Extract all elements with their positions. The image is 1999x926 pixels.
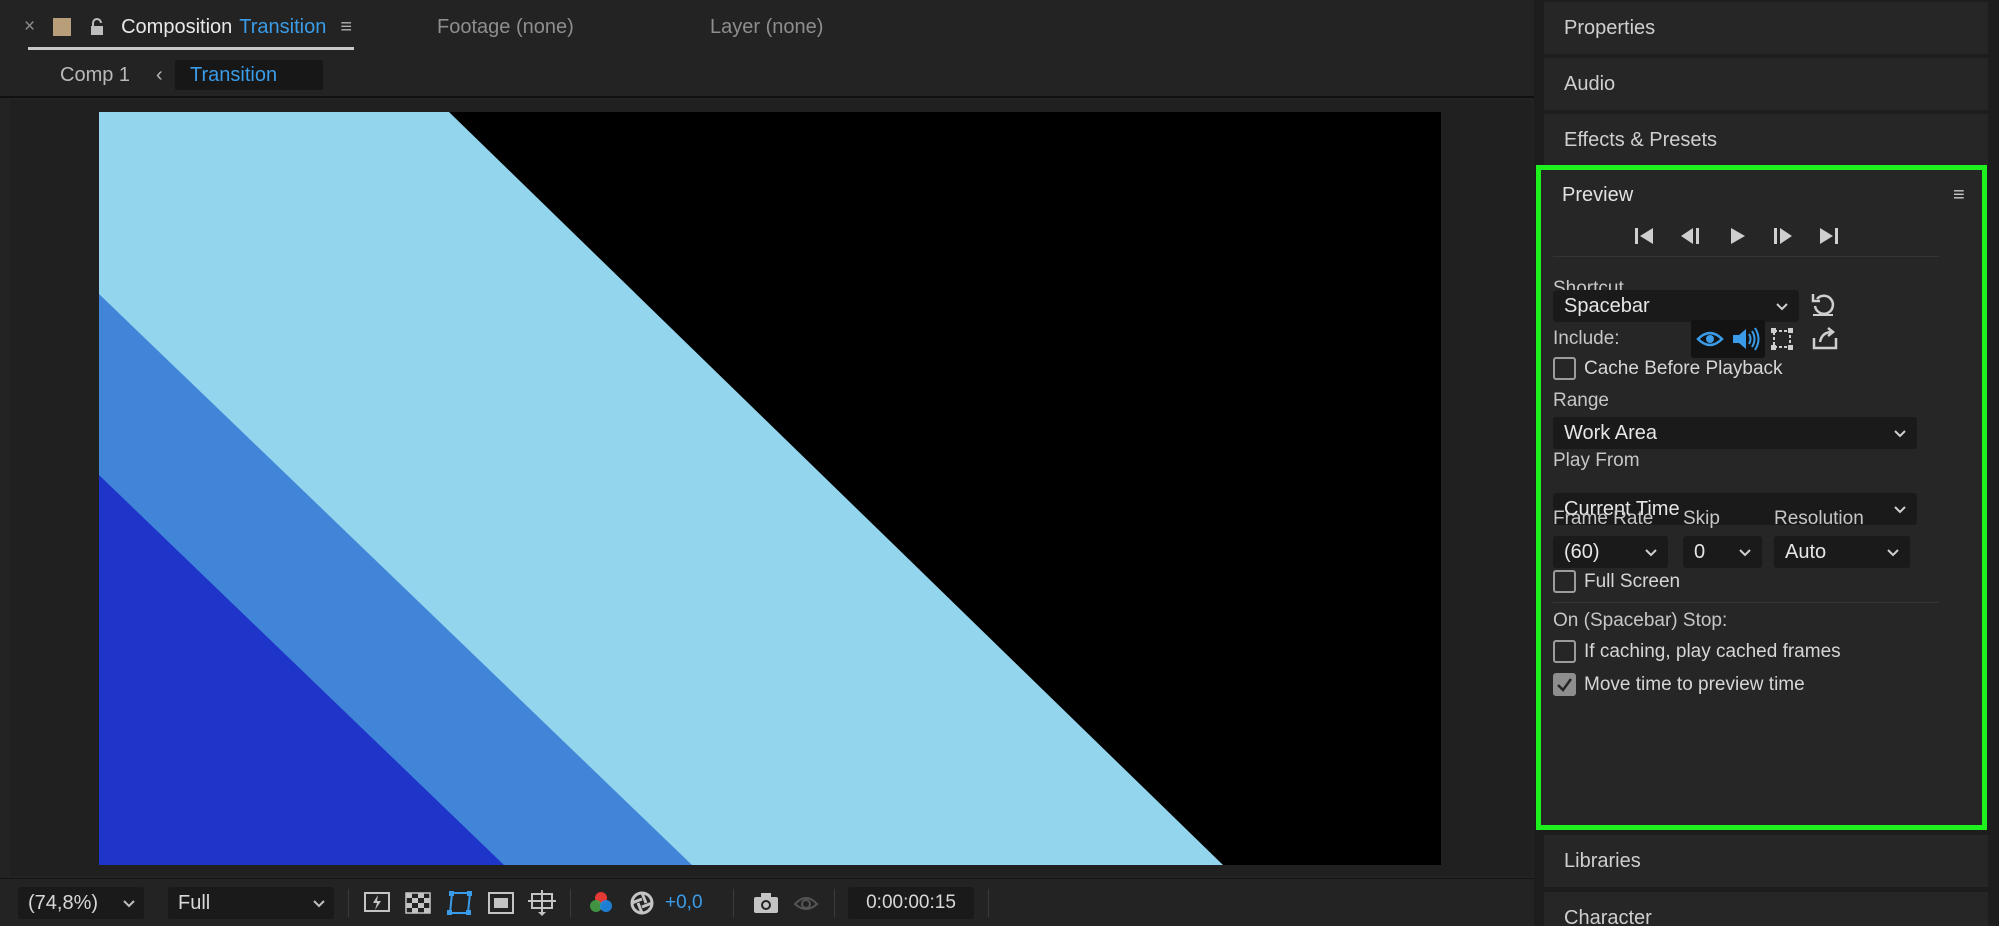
guides-icon[interactable]: [526, 887, 558, 919]
resolution-dropdown[interactable]: Full: [168, 887, 334, 919]
next-frame-icon[interactable]: [1769, 221, 1797, 251]
footage-tab[interactable]: Footage (none): [437, 0, 574, 54]
preview-panel: Preview ≡ Shortcut Spacebar Include: Cac…: [1536, 165, 1987, 830]
toolbar-divider: [834, 889, 835, 917]
divider: [1553, 256, 1939, 257]
frame-rate-dropdown[interactable]: (60): [1553, 536, 1668, 568]
breadcrumb-transition[interactable]: Transition: [175, 60, 323, 90]
close-icon[interactable]: ×: [24, 16, 35, 38]
play-icon[interactable]: [1723, 221, 1751, 251]
toolbar-divider: [348, 889, 349, 917]
toolbar-divider: [570, 889, 571, 917]
checkbox-box[interactable]: [1553, 640, 1576, 663]
composition-tab[interactable]: × Composition Transition ≡: [24, 0, 355, 54]
on-stop-label: On (Spacebar) Stop:: [1553, 610, 1728, 631]
fast-previews-icon[interactable]: [361, 887, 393, 919]
audio-panel-header[interactable]: Audio: [1544, 58, 1988, 110]
libraries-panel-header[interactable]: Libraries: [1544, 835, 1988, 887]
shortcut-value: Spacebar: [1564, 294, 1650, 317]
preview-panel-title: Preview: [1562, 184, 1634, 206]
range-dropdown[interactable]: Work Area: [1553, 417, 1917, 449]
breadcrumb-comp-1[interactable]: Comp 1: [60, 60, 130, 90]
first-frame-icon[interactable]: [1631, 221, 1659, 251]
checkbox-box[interactable]: [1553, 570, 1576, 593]
chevron-down-icon: [122, 893, 136, 919]
full-screen-checkbox[interactable]: Full Screen: [1553, 570, 1680, 593]
checkbox-label: If caching, play cached frames: [1584, 640, 1841, 662]
frame-rate-label: Frame Rate: [1553, 508, 1654, 529]
resolution-label: Resolution: [1774, 508, 1864, 529]
composition-name: Transition: [239, 15, 327, 38]
checkbox-box[interactable]: [1553, 357, 1576, 380]
current-time-display[interactable]: 0:00:00:15: [848, 887, 974, 919]
exposure-value[interactable]: +0,0: [665, 887, 703, 919]
cache-before-playback-checkbox[interactable]: Cache Before Playback: [1553, 357, 1783, 380]
speaker-icon[interactable]: [1727, 320, 1765, 358]
viewer-tab-bar: × Composition Transition ≡ Footage (none…: [0, 0, 1534, 54]
frame-rate-value: (60): [1564, 540, 1600, 563]
color-management-icon[interactable]: [626, 887, 658, 919]
skip-value: 0: [1694, 540, 1706, 563]
region-of-interest-icon[interactable]: [485, 887, 517, 919]
resolution-dropdown[interactable]: Auto: [1774, 536, 1910, 568]
chevron-down-icon: [1775, 297, 1789, 321]
last-frame-icon[interactable]: [1815, 221, 1843, 251]
checkbox-label: Cache Before Playback: [1584, 357, 1783, 379]
layer-tab[interactable]: Layer (none): [710, 0, 823, 54]
checkbox-checked[interactable]: [1553, 673, 1576, 696]
magnification-dropdown[interactable]: (74,8%): [18, 887, 144, 919]
if-caching-checkbox[interactable]: If caching, play cached frames: [1553, 640, 1841, 663]
chevron-down-icon: [1738, 543, 1752, 567]
mask-path-icon[interactable]: [444, 887, 476, 919]
color-channels-icon[interactable]: [585, 887, 617, 919]
previous-frame-icon[interactable]: [1677, 221, 1705, 251]
magnification-value: (74,8%): [28, 891, 99, 914]
range-value: Work Area: [1564, 421, 1657, 444]
overlays-icon[interactable]: [1763, 320, 1801, 358]
resolution-value: Full: [178, 891, 211, 914]
viewer-toolbar: (74,8%) Full +0,0 0:00:00:15: [0, 878, 1534, 926]
label-color-swatch[interactable]: [53, 18, 72, 36]
toolbar-divider: [988, 889, 989, 917]
active-tab-underline: [28, 47, 355, 50]
composition-canvas[interactable]: [99, 112, 1441, 865]
skip-dropdown[interactable]: 0: [1683, 536, 1762, 568]
properties-panel-header[interactable]: Properties: [1544, 2, 1988, 54]
transparency-grid-icon[interactable]: [402, 887, 434, 919]
character-panel-header[interactable]: Character: [1544, 892, 1988, 926]
chevron-down-icon: [1644, 543, 1658, 567]
panel-menu-icon[interactable]: ≡: [340, 16, 352, 39]
transport-controls: [1631, 216, 1861, 256]
chevron-down-icon: [1893, 500, 1907, 524]
chevron-down-icon: [1886, 543, 1900, 567]
divider: [1553, 602, 1939, 603]
checkbox-label: Full Screen: [1584, 570, 1681, 592]
composition-viewer: × Composition Transition ≡ Footage (none…: [0, 0, 1534, 926]
resolution-value: Auto: [1785, 540, 1827, 563]
lock-icon[interactable]: [89, 18, 105, 36]
panel-menu-icon[interactable]: ≡: [1953, 184, 1965, 207]
effects-presets-panel-header[interactable]: Effects & Presets: [1544, 114, 1988, 166]
show-snapshot-icon[interactable]: [790, 887, 822, 919]
toolbar-divider: [733, 889, 734, 917]
chevron-down-icon: [312, 893, 326, 919]
checkbox-label: Move time to preview time: [1584, 673, 1805, 695]
play-from-label: Play From: [1553, 450, 1640, 471]
include-label: Include:: [1553, 328, 1620, 349]
move-time-checkbox[interactable]: Move time to preview time: [1553, 673, 1805, 696]
chevron-left-icon[interactable]: ‹: [156, 60, 163, 90]
range-label: Range: [1553, 390, 1609, 411]
export-icon[interactable]: [1806, 320, 1844, 358]
snapshot-icon[interactable]: [750, 887, 782, 919]
shortcut-dropdown[interactable]: Spacebar: [1553, 290, 1799, 322]
chevron-down-icon: [1893, 424, 1907, 448]
composition-navigator: Comp 1 ‹ Transition: [0, 54, 1534, 98]
eye-icon[interactable]: [1691, 320, 1729, 358]
skip-label: Skip: [1683, 508, 1720, 529]
tab-label: Composition: [121, 15, 233, 38]
